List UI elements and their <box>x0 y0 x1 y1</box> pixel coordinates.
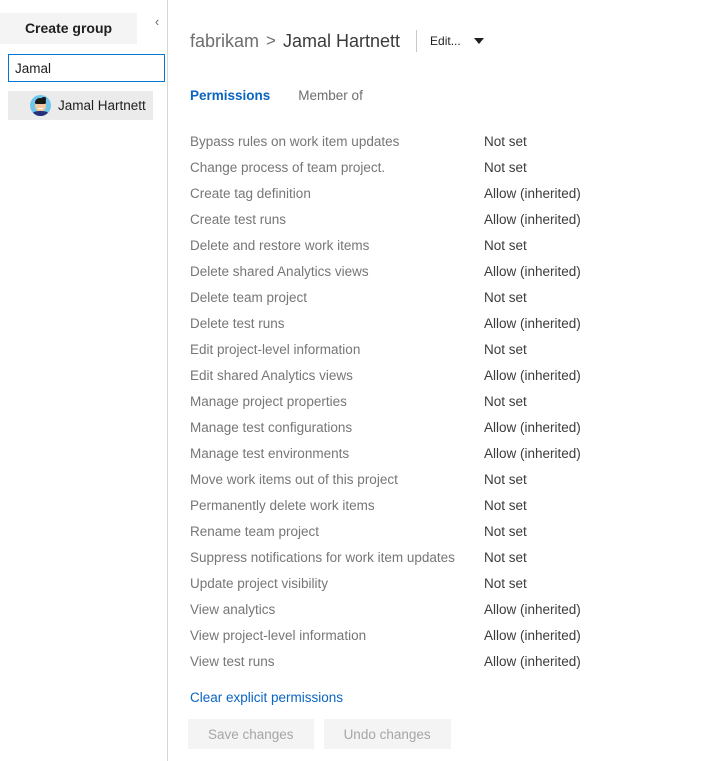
permission-row: Rename team project Not set <box>190 518 710 544</box>
permission-value[interactable]: Allow (inherited) <box>484 186 581 201</box>
permission-value[interactable]: Not set <box>484 472 527 487</box>
permission-name: Change process of team project. <box>190 159 386 175</box>
permission-name: Delete test runs <box>190 315 285 331</box>
permission-value[interactable]: Not set <box>484 524 527 539</box>
undo-changes-button[interactable]: Undo changes <box>323 719 451 749</box>
permission-value[interactable]: Allow (inherited) <box>484 212 581 227</box>
permission-row: Delete shared Analytics views Allow (inhe… <box>190 258 710 284</box>
permission-value[interactable]: Allow (inherited) <box>484 602 581 617</box>
permission-name: Edit project-level information <box>190 341 361 357</box>
permission-row: Create tag definition Allow (inherited) <box>190 180 710 206</box>
permission-name: View analytics <box>190 601 276 617</box>
permission-row: View project-level information Allow (inh… <box>190 622 710 648</box>
permission-value[interactable]: Not set <box>484 550 527 565</box>
permission-value[interactable]: Allow (inherited) <box>484 420 581 435</box>
tab-member-of[interactable]: Member of <box>298 88 363 103</box>
divider <box>416 30 418 52</box>
save-changes-button[interactable]: Save changes <box>188 719 314 749</box>
permission-value[interactable]: Allow (inherited) <box>484 446 581 461</box>
clear-explicit-permissions-link[interactable]: Clear explicit permissions <box>190 690 343 705</box>
permission-value[interactable]: Allow (inherited) <box>484 368 581 383</box>
permission-name: Delete shared Analytics views <box>190 263 369 279</box>
permission-row: Create test runs Allow (inherited) <box>190 206 710 232</box>
permission-row: Edit shared Analytics views Allow (inheri… <box>190 362 710 388</box>
breadcrumb-separator: > <box>266 31 276 50</box>
permission-value[interactable]: Not set <box>484 160 527 175</box>
permission-value[interactable]: Allow (inherited) <box>484 264 581 279</box>
chevron-down-icon[interactable] <box>473 38 484 44</box>
permission-name: Bypass rules on work item updates <box>190 133 400 149</box>
permission-value[interactable]: Not set <box>484 394 527 409</box>
permission-name: Permanently delete work items <box>190 497 375 513</box>
permission-name: Create test runs <box>190 211 287 227</box>
search-input[interactable] <box>8 54 165 82</box>
permission-value[interactable]: Not set <box>484 342 527 357</box>
tab-permissions[interactable]: Permissions <box>190 88 270 103</box>
main-content: fabrikam > Jamal Hartnett Edit... Permis… <box>168 0 724 761</box>
permission-name: Edit shared Analytics views <box>190 367 353 383</box>
permission-value[interactable]: Not set <box>484 290 527 305</box>
breadcrumb-org[interactable]: fabrikam <box>190 31 259 52</box>
permission-row: Delete and restore work items Not set <box>190 232 710 258</box>
create-group-button[interactable]: Create group <box>0 13 137 44</box>
permission-name: View project-level information <box>190 627 367 643</box>
permission-row: Move work items out of this project Not s… <box>190 466 710 492</box>
permission-name: Create tag definition <box>190 185 311 201</box>
permission-name: Rename team project <box>190 523 320 539</box>
tab-list: Permissions Member of <box>190 88 391 103</box>
permission-row: Manage project properties Not set <box>190 388 710 414</box>
permission-row: Delete test runs Allow (inherited) <box>190 310 710 336</box>
permission-value[interactable]: Not set <box>484 576 527 591</box>
permission-row: Delete team project Not set <box>190 284 710 310</box>
permission-name: Manage test environments <box>190 445 350 461</box>
permission-row: View test runs Allow (inherited) <box>190 648 710 674</box>
permission-value[interactable]: Not set <box>484 134 527 149</box>
permission-name: Delete team project <box>190 289 308 305</box>
permission-row: Permanently delete work items Not set <box>190 492 710 518</box>
breadcrumb: fabrikam > Jamal Hartnett Edit... <box>190 28 484 54</box>
permission-value[interactable]: Not set <box>484 238 527 253</box>
page-title: Jamal Hartnett <box>282 30 401 51</box>
permission-row: Update project visibility Not set <box>190 570 710 596</box>
permission-row: Edit project-level information Not set <box>190 336 710 362</box>
sidebar: Create group ‹ Jamal Hartnett <box>0 0 168 761</box>
permission-name: Move work items out of this project <box>190 471 398 487</box>
permission-row: Manage test environments Allow (inherited… <box>190 440 710 466</box>
permission-name: Manage test configurations <box>190 419 353 435</box>
list-item[interactable]: Jamal Hartnett <box>8 91 153 120</box>
permission-value[interactable]: Allow (inherited) <box>484 628 581 643</box>
permission-row: Change process of team project. Not set <box>190 154 710 180</box>
edit-button[interactable]: Edit... <box>430 34 461 48</box>
chevron-left-icon[interactable]: ‹ <box>150 13 164 31</box>
permission-value[interactable]: Allow (inherited) <box>484 654 581 669</box>
permission-name: Delete and restore work items <box>190 237 370 253</box>
permissions-list: Bypass rules on work item updates Not set… <box>190 128 710 674</box>
permission-row: Bypass rules on work item updates Not set <box>190 128 710 154</box>
permission-name: Manage project properties <box>190 393 347 409</box>
permission-name: Update project visibility <box>190 575 329 591</box>
permission-row: Manage test configurations Allow (inherit… <box>190 414 710 440</box>
permissions-page: Create group ‹ Jamal Hartnett fabrikam >… <box>0 0 724 761</box>
permission-value[interactable]: Not set <box>484 498 527 513</box>
permission-row: Suppress notifications for work item upd… <box>190 544 710 570</box>
permission-name: Suppress notifications for work item upd… <box>190 549 455 565</box>
list-item-label: Jamal Hartnett <box>58 98 146 113</box>
avatar <box>30 95 51 116</box>
permission-value[interactable]: Allow (inherited) <box>484 316 581 331</box>
permission-row: View analytics Allow (inherited) <box>190 596 710 622</box>
footer-actions: Save changes Undo changes <box>188 719 451 749</box>
permission-name: View test runs <box>190 653 275 669</box>
